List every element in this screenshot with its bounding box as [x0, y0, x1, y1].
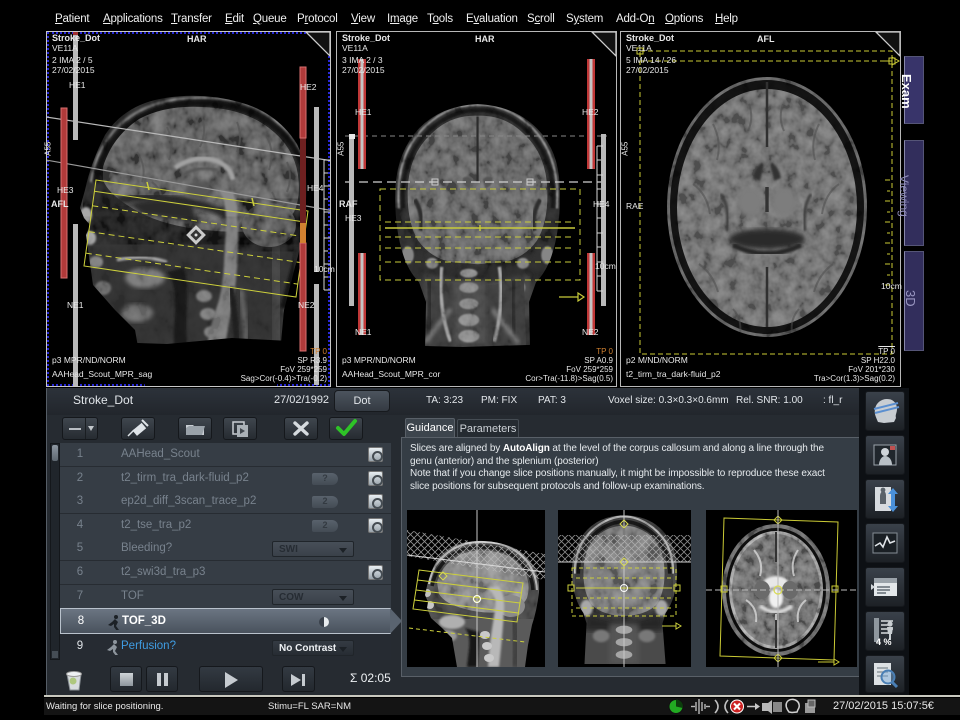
svg-text:4 %: 4 % [876, 637, 892, 647]
